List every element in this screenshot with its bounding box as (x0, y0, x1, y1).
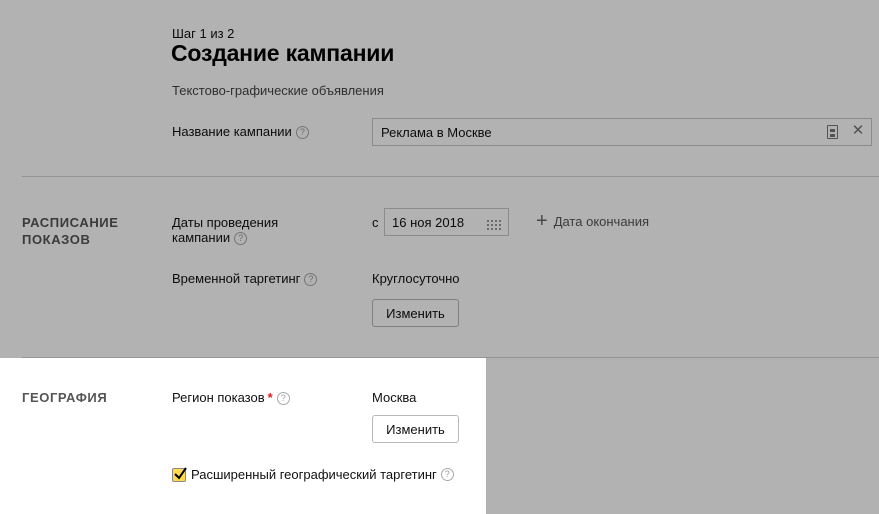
help-icon[interactable]: ? (276, 392, 290, 405)
time-targeting-label-text: Временной таргетинг (172, 271, 301, 286)
section-divider (22, 357, 879, 358)
geography-section-title: ГЕОГРАФИЯ (22, 390, 108, 405)
required-mark: * (267, 390, 273, 405)
section-divider (22, 176, 879, 177)
region-label: Регион показов *? (172, 390, 290, 405)
page-title: Создание кампании (171, 40, 395, 66)
region-label-text: Регион показов (172, 390, 265, 405)
campaign-dates-label-text: Даты проведения кампании (172, 215, 279, 245)
checkmark-icon (174, 466, 187, 480)
add-end-date-link[interactable]: + Дата окончания (536, 210, 650, 232)
campaign-dates-label: Даты проведения кампании? (172, 215, 312, 245)
schedule-section-title: РАСПИСАНИЕ ПОКАЗОВ (22, 215, 119, 247)
campaign-name-label-text: Название кампании (172, 124, 292, 139)
clipboard-icon[interactable] (827, 125, 838, 139)
change-region-button[interactable]: Изменить (372, 415, 459, 443)
time-targeting-value: Круглосуточно (372, 271, 460, 286)
help-icon[interactable]: ? (440, 468, 454, 481)
campaign-name-input[interactable]: Реклама в Москве ✕ (372, 118, 872, 146)
extended-geo-targeting[interactable]: Расширенный географический таргетинг? (172, 466, 454, 482)
extended-geo-checkbox[interactable] (172, 466, 187, 482)
help-icon[interactable]: ? (295, 126, 309, 139)
start-date-value: 16 ноя 2018 (392, 215, 465, 230)
step-indicator: Шаг 1 из 2 (172, 26, 235, 41)
time-targeting-label: Временной таргетинг? (172, 271, 318, 286)
plus-icon: + (536, 210, 548, 232)
add-end-date-label: Дата окончания (553, 213, 650, 229)
calendar-icon[interactable] (487, 217, 501, 230)
region-value: Москва (372, 390, 417, 405)
change-time-targeting-button[interactable]: Изменить (372, 299, 459, 327)
clear-icon[interactable]: ✕ (851, 123, 865, 139)
start-date-input[interactable]: 16 ноя 2018 (384, 208, 509, 236)
campaign-name-value: Реклама в Москве (381, 125, 492, 140)
help-icon[interactable]: ? (234, 232, 248, 245)
help-icon[interactable]: ? (304, 273, 318, 286)
campaign-type: Текстово-графические объявления (172, 83, 384, 98)
campaign-name-label: Название кампании? (172, 124, 309, 139)
date-from-prefix: с (372, 215, 379, 230)
extended-geo-label: Расширенный географический таргетинг (191, 467, 437, 482)
